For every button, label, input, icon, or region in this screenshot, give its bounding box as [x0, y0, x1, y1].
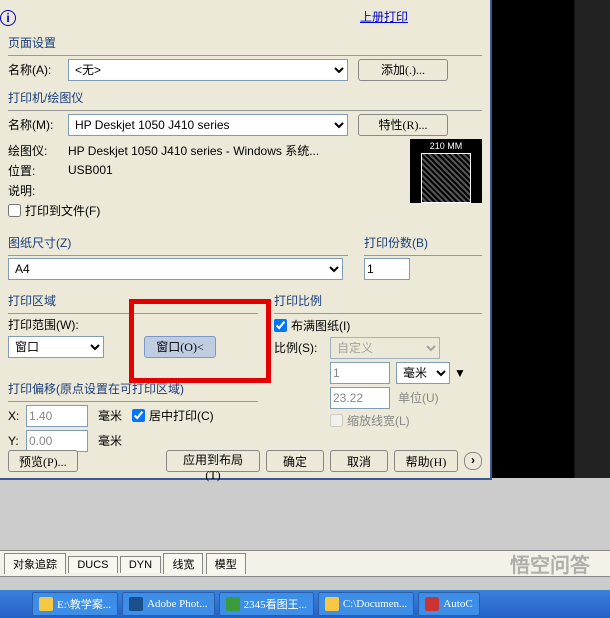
copies-input[interactable] — [364, 258, 410, 280]
desc-label: 说明: — [8, 182, 68, 199]
center-checkbox[interactable] — [132, 409, 145, 422]
page-setup-name-select[interactable]: <无> — [68, 59, 348, 81]
info-icon: i — [0, 10, 16, 26]
taskbar-item[interactable]: AutoC — [418, 592, 479, 616]
scale-select: 自定义 — [330, 337, 440, 359]
x-input — [26, 405, 88, 427]
x-unit: 毫米 — [98, 407, 122, 424]
folder-icon — [39, 597, 53, 611]
copies-title: 打印份数(B) — [364, 234, 482, 251]
unit-label: 单位(U) — [398, 389, 439, 406]
name-label: 名称(A): — [8, 61, 68, 78]
properties-button[interactable]: 特性(R)... — [358, 114, 448, 136]
taskbar-item[interactable]: C:\Documen... — [318, 592, 414, 616]
preview-button[interactable]: 预览(P)... — [8, 450, 78, 472]
watermark: 悟空问答 — [510, 549, 590, 578]
y-input — [26, 430, 88, 452]
ok-button[interactable]: 确定 — [266, 450, 324, 472]
plotter-label: 绘图仪: — [8, 142, 68, 159]
x-label: X: — [8, 409, 26, 423]
tab-tracking[interactable]: 对象追踪 — [4, 553, 66, 574]
scale-lineweight-checkbox — [330, 414, 343, 427]
plot-range-select[interactable]: 窗口 — [8, 336, 104, 358]
plotter-value: HP Deskjet 1050 J410 series - Windows 系统… — [68, 142, 319, 159]
app-icon — [226, 597, 240, 611]
fit-label: 布满图纸(I) — [291, 317, 350, 334]
cancel-button[interactable]: 取消 — [330, 450, 388, 472]
print-to-file-label: 打印到文件(F) — [25, 202, 100, 219]
center-label: 居中打印(C) — [149, 407, 214, 424]
printer-name-select[interactable]: HP Deskjet 1050 J410 series — [68, 114, 348, 136]
ratio-label: 比例(S): — [274, 339, 330, 356]
taskbar-item[interactable]: E:\教学案... — [32, 592, 118, 616]
lineweight-label: 缩放线宽(L) — [347, 412, 410, 429]
where-label: 位置: — [8, 162, 68, 179]
header-link[interactable]: 上册打印 — [360, 8, 408, 25]
tab-dyn[interactable]: DYN — [120, 556, 161, 573]
taskbar: E:\教学案... Adobe Phot... 2345看图王... C:\Do… — [0, 590, 610, 618]
scale-num2 — [330, 387, 390, 409]
add-button[interactable]: 添加(.)... — [358, 59, 448, 81]
y-label: Y: — [8, 434, 26, 448]
tab-model[interactable]: 模型 — [206, 553, 246, 574]
taskbar-item[interactable]: Adobe Phot... — [122, 592, 215, 616]
app-icon — [425, 597, 439, 611]
page-setup-title: 页面设置 — [8, 34, 482, 51]
range-label: 打印范围(W): — [8, 316, 258, 333]
where-value: USB001 — [68, 163, 113, 177]
print-to-file-checkbox[interactable] — [8, 204, 21, 217]
taskbar-item[interactable]: 2345看图王... — [219, 592, 314, 616]
expand-icon[interactable]: › — [464, 452, 482, 470]
cad-canvas — [492, 0, 610, 478]
paper-size-title: 图纸尺寸(Z) — [8, 234, 348, 251]
fit-to-paper-checkbox[interactable] — [274, 319, 287, 332]
tab-lineweight[interactable]: 线宽 — [163, 553, 203, 574]
tab-ducs[interactable]: DUCS — [68, 556, 117, 573]
app-icon — [129, 597, 143, 611]
help-button[interactable]: 帮助(H) — [394, 450, 458, 472]
window-button[interactable]: 窗口(O)< — [144, 336, 216, 358]
apply-layout-button[interactable]: 应用到布局(T) — [166, 450, 260, 472]
unit-select[interactable]: 毫米 — [396, 362, 450, 384]
paper-preview: 210 MM — [410, 139, 482, 203]
paper-size-select[interactable]: A4 — [8, 258, 343, 280]
scale-num1 — [330, 362, 390, 384]
folder-icon — [325, 597, 339, 611]
scale-title: 打印比例 — [274, 292, 482, 309]
printer-name-label: 名称(M): — [8, 116, 68, 133]
plot-area-title: 打印区域 — [8, 292, 258, 309]
printer-title: 打印机/绘图仪 — [8, 89, 482, 106]
y-unit: 毫米 — [98, 432, 122, 449]
